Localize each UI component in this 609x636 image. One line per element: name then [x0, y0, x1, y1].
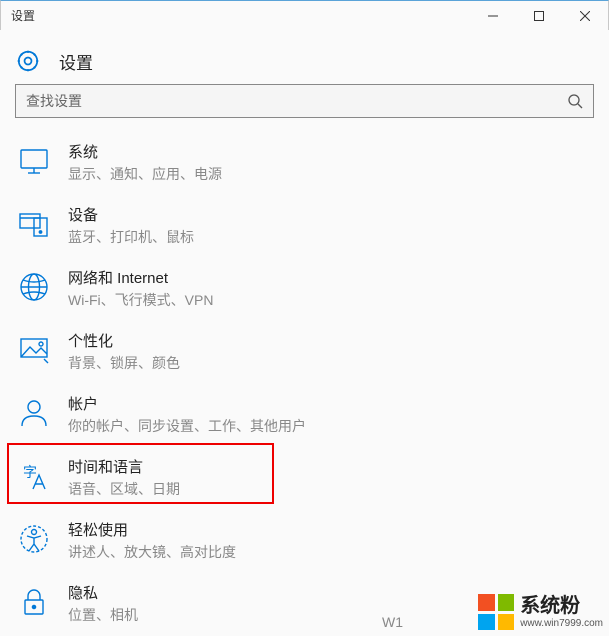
person-icon	[16, 395, 52, 431]
search-input[interactable]	[16, 85, 557, 117]
search-icon[interactable]	[557, 93, 593, 109]
monitor-icon	[16, 143, 52, 179]
item-desc: 位置、相机	[68, 605, 138, 625]
globe-icon	[16, 269, 52, 305]
search-box[interactable]	[15, 84, 594, 118]
titlebar: 设置	[0, 0, 609, 30]
partial-text: W1	[382, 614, 403, 630]
minimize-button[interactable]	[470, 1, 516, 31]
item-desc: 语音、区域、日期	[68, 479, 180, 499]
settings-list: 系统 显示、通知、应用、电源 设备 蓝牙、打印机、鼠标 网络和 Internet…	[0, 128, 609, 636]
item-devices[interactable]: 设备 蓝牙、打印机、鼠标	[0, 195, 609, 258]
header: 设置	[0, 30, 609, 84]
item-title: 隐私	[68, 584, 138, 604]
close-icon	[580, 11, 590, 21]
window-title: 设置	[11, 7, 35, 24]
item-desc: 蓝牙、打印机、鼠标	[68, 227, 194, 247]
item-personalization[interactable]: 个性化 背景、锁屏、颜色	[0, 321, 609, 384]
devices-icon	[16, 206, 52, 242]
gear-icon	[15, 48, 41, 74]
close-button[interactable]	[562, 1, 608, 31]
watermark-url: www.win7999.com	[520, 618, 603, 630]
search-wrapper	[0, 84, 609, 128]
page-title: 设置	[59, 49, 93, 74]
item-desc: Wi-Fi、飞行模式、VPN	[68, 290, 213, 310]
item-title: 帐户	[68, 395, 306, 415]
item-desc: 背景、锁屏、颜色	[68, 353, 180, 373]
maximize-button[interactable]	[516, 1, 562, 31]
window-controls	[470, 1, 608, 31]
item-ease-of-access[interactable]: 轻松使用 讲述人、放大镜、高对比度	[0, 510, 609, 573]
lock-icon	[16, 584, 52, 620]
watermark-brand: 系统粉	[520, 595, 603, 618]
language-icon: 字	[16, 458, 52, 494]
watermark: 系统粉 www.win7999.com	[474, 590, 609, 634]
item-network[interactable]: 网络和 Internet Wi-Fi、飞行模式、VPN	[0, 258, 609, 321]
windows-logo-icon	[478, 594, 514, 630]
item-title: 轻松使用	[68, 521, 236, 541]
personalization-icon	[16, 332, 52, 368]
item-title: 网络和 Internet	[68, 269, 213, 289]
item-desc: 你的帐户、同步设置、工作、其他用户	[68, 416, 306, 436]
minimize-icon	[488, 11, 498, 21]
item-desc: 讲述人、放大镜、高对比度	[68, 542, 236, 562]
item-title: 系统	[68, 143, 222, 163]
item-accounts[interactable]: 帐户 你的帐户、同步设置、工作、其他用户	[0, 384, 609, 447]
item-desc: 显示、通知、应用、电源	[68, 164, 222, 184]
svg-text:字: 字	[23, 464, 37, 480]
accessibility-icon	[16, 521, 52, 557]
item-system[interactable]: 系统 显示、通知、应用、电源	[0, 132, 609, 195]
maximize-icon	[534, 11, 544, 21]
item-time-language[interactable]: 字 时间和语言 语音、区域、日期	[0, 447, 609, 510]
item-title: 时间和语言	[68, 458, 180, 478]
item-title: 个性化	[68, 332, 180, 352]
item-title: 设备	[68, 206, 194, 226]
